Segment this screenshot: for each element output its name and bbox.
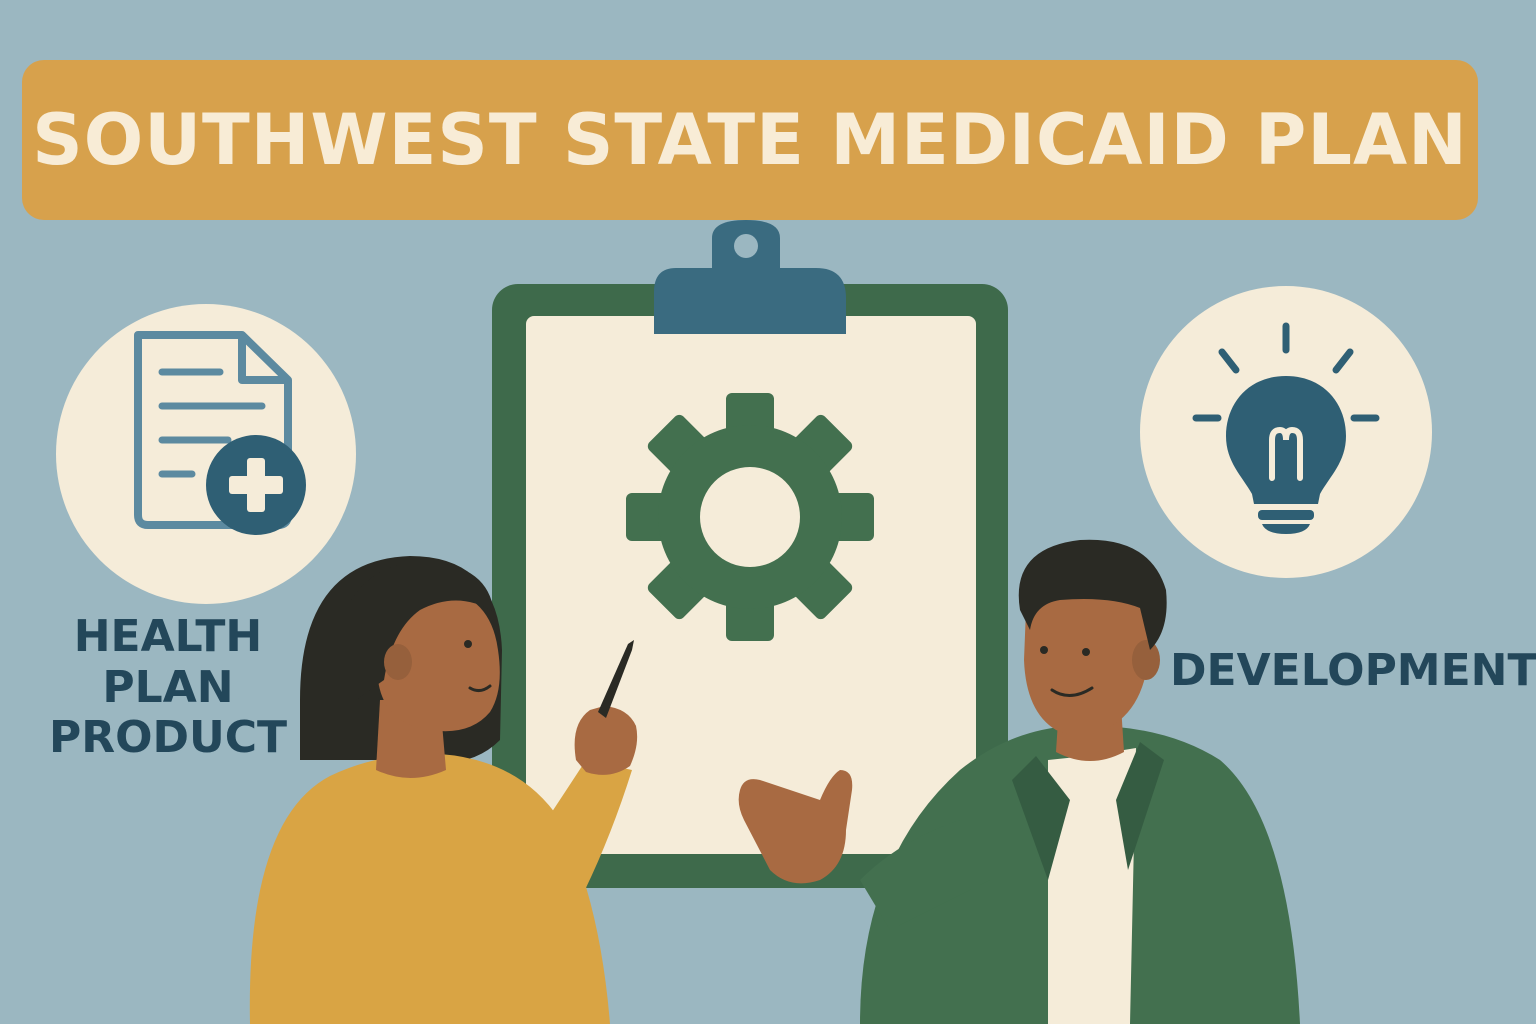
illustration-stage: SOUTHWEST STATE MEDICAID PLAN HEALTH PLA… — [0, 0, 1536, 1024]
document-plus-icon — [56, 304, 356, 604]
gear-icon — [626, 393, 874, 641]
page-title: SOUTHWEST STATE MEDICAID PLAN — [32, 99, 1468, 181]
label-line-1: HEALTH PLAN — [73, 611, 263, 713]
lightbulb-icon — [1140, 286, 1432, 578]
health-plan-product-label: HEALTH PLAN PRODUCT — [18, 611, 318, 764]
label-line-2: PRODUCT — [48, 712, 288, 764]
title-banner: SOUTHWEST STATE MEDICAID PLAN — [22, 60, 1478, 220]
development-label: DEVELOPMENT — [1170, 645, 1536, 696]
